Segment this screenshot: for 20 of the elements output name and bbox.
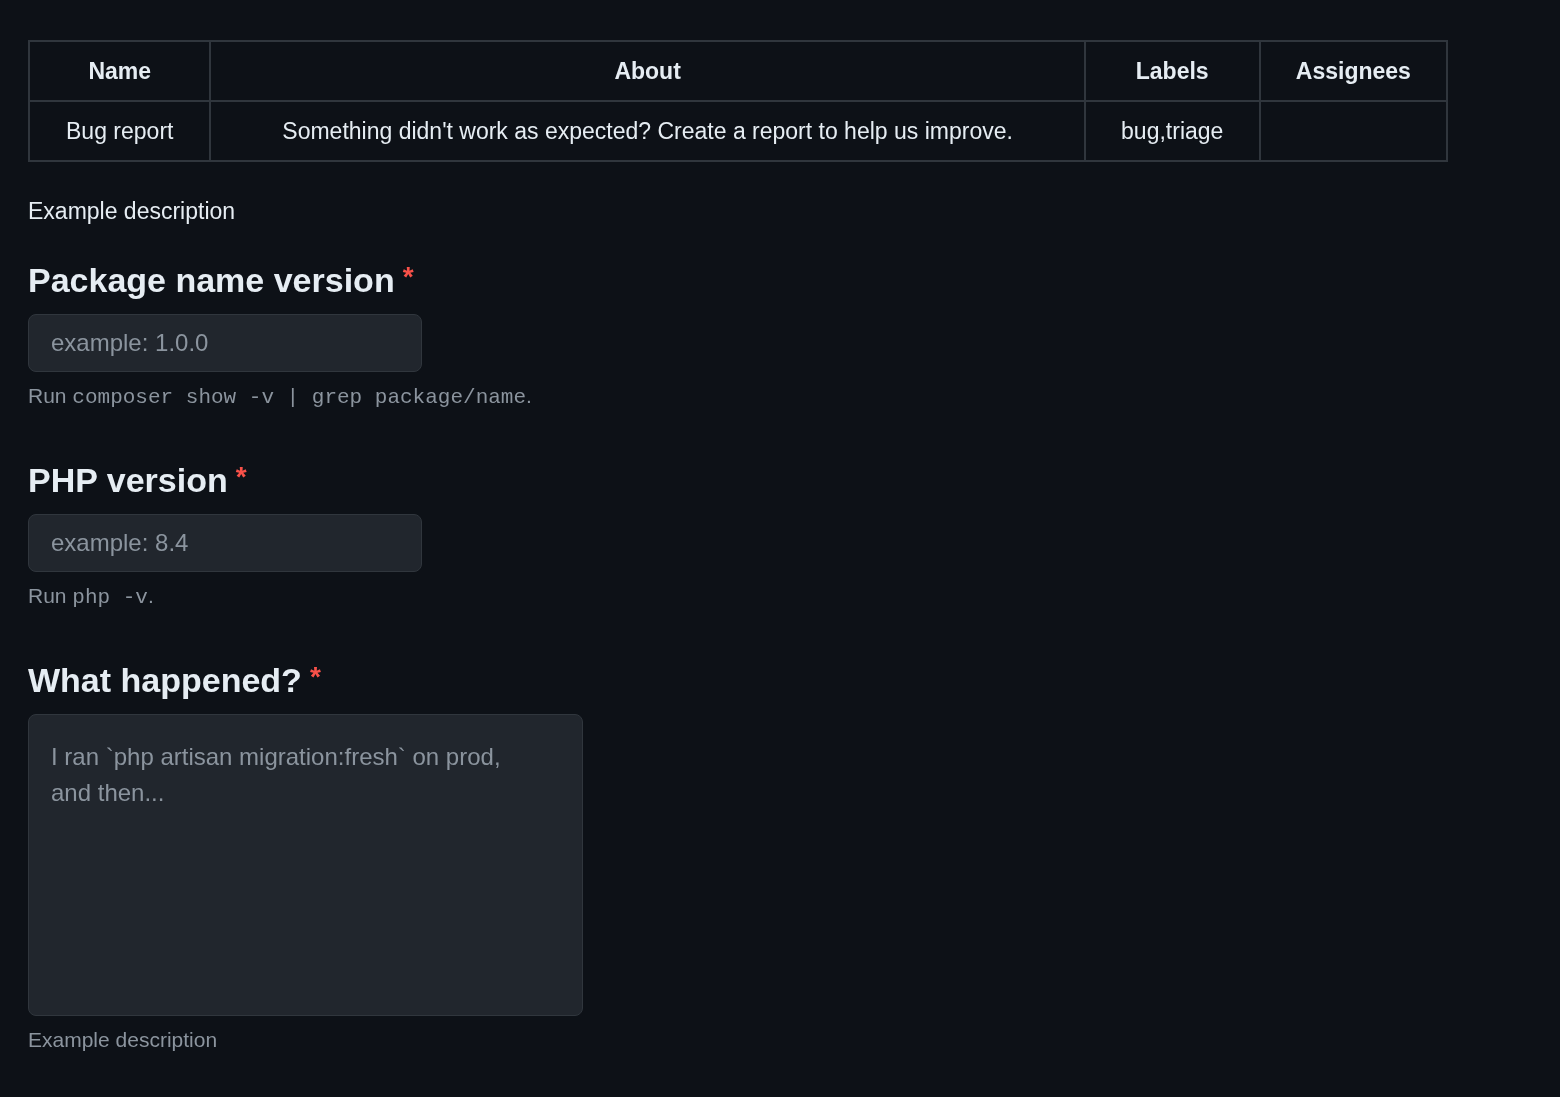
hint-text: Run composer show -v | grep package/name. — [28, 384, 533, 409]
field-label: Package name version — [28, 261, 395, 300]
field-label: PHP version — [28, 461, 228, 500]
column-header: Labels — [1084, 41, 1260, 101]
field-label: What happened? — [28, 661, 302, 700]
column-header: About — [210, 41, 1085, 101]
input-field[interactable]: example: 8.4 — [28, 514, 422, 572]
table-cell: Bug report — [29, 101, 211, 161]
table-cell: bug,triage — [1084, 101, 1260, 161]
required-asterisk: * — [402, 261, 414, 293]
required-asterisk: * — [309, 661, 321, 693]
table-cell: Something didn't work as expected? Create a report to help us improve. — [210, 101, 1085, 161]
textarea-field[interactable]: I ran `php artisan migration:fresh` on prod, and then... — [28, 714, 583, 1016]
column-header: Assignees — [1259, 41, 1447, 101]
hint-text: Run php -v. — [28, 584, 155, 609]
input-field[interactable]: example: 1.0.0 — [28, 314, 422, 372]
column-header: Name — [29, 41, 211, 101]
hint-text: Example description — [28, 1028, 219, 1052]
required-asterisk: * — [235, 461, 247, 493]
description-text: Example description — [28, 198, 237, 225]
